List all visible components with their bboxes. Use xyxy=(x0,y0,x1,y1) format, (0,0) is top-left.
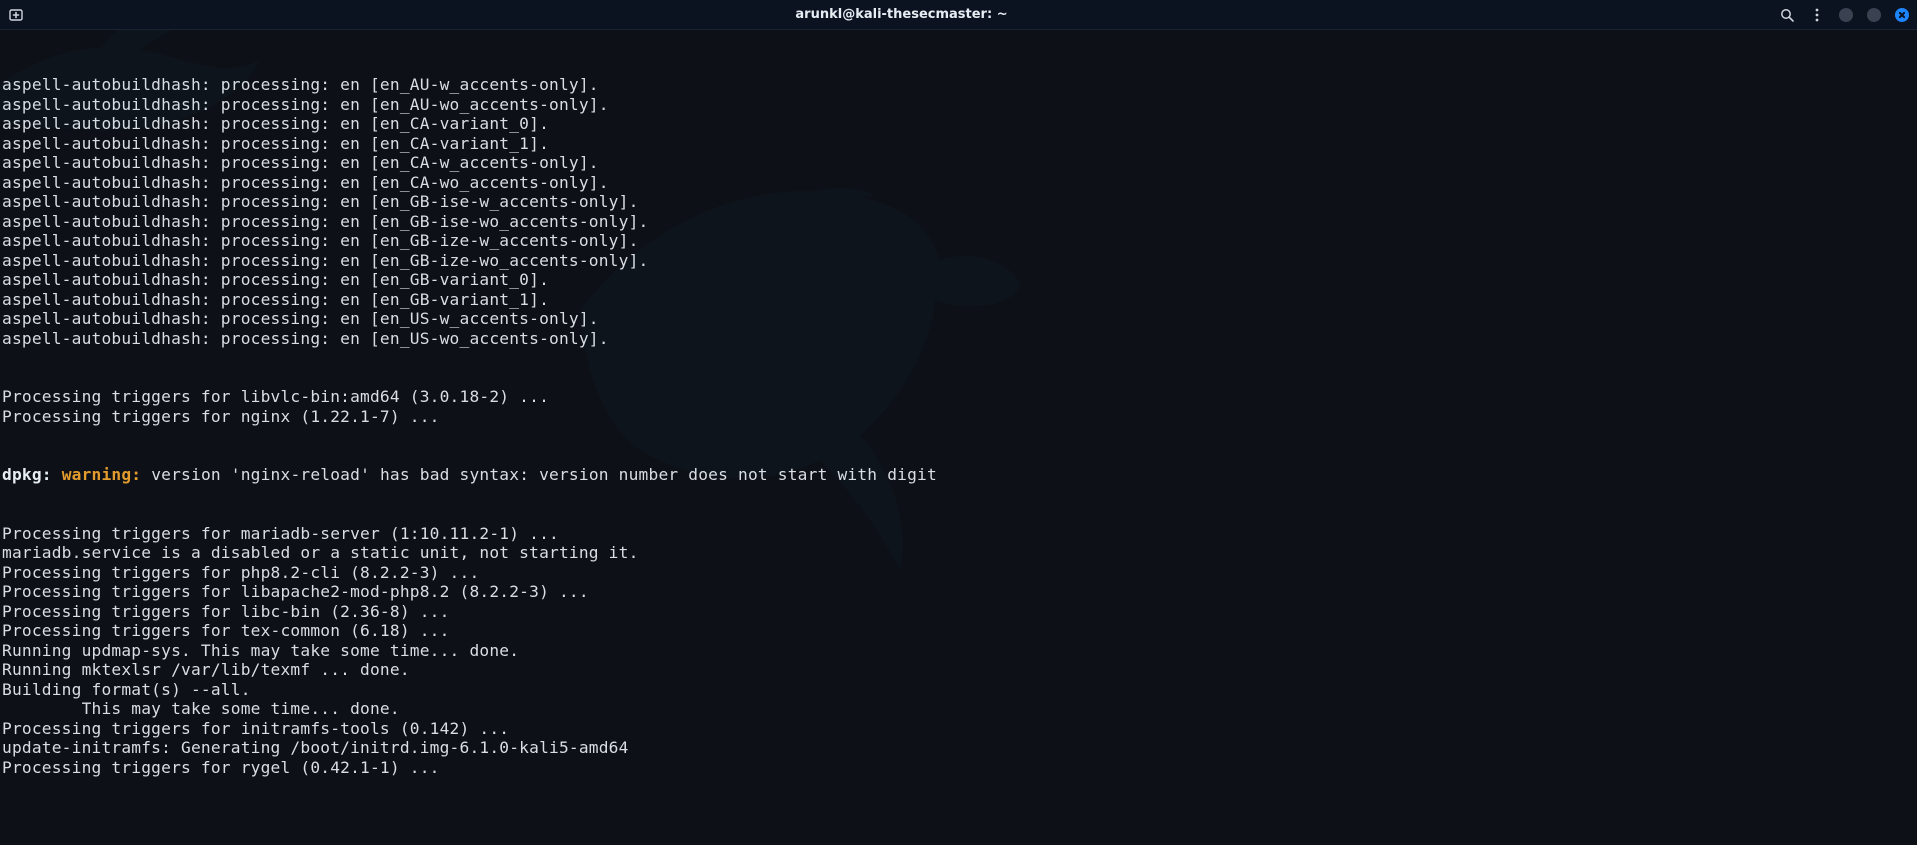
output-line: Running updmap-sys. This may take some t… xyxy=(2,641,1915,661)
output-line: aspell-autobuildhash: processing: en [en… xyxy=(2,114,1915,134)
aspell-output-block: aspell-autobuildhash: processing: en [en… xyxy=(2,75,1915,348)
output-line: aspell-autobuildhash: processing: en [en… xyxy=(2,95,1915,115)
output-line: This may take some time... done. xyxy=(2,699,1915,719)
titlebar: arunkl@kali-thesecmaster: ~ xyxy=(0,0,1917,30)
output-line: aspell-autobuildhash: processing: en [en… xyxy=(2,212,1915,232)
output-line: aspell-autobuildhash: processing: en [en… xyxy=(2,134,1915,154)
maximize-button[interactable] xyxy=(1867,8,1881,22)
output-line: mariadb.service is a disabled or a stati… xyxy=(2,543,1915,563)
close-button[interactable] xyxy=(1895,8,1909,22)
post-warning-block: Processing triggers for mariadb-server (… xyxy=(2,524,1915,778)
output-line: aspell-autobuildhash: processing: en [en… xyxy=(2,75,1915,95)
dpkg-prefix: dpkg: xyxy=(2,465,62,484)
output-line: Running mktexlsr /var/lib/texmf ... done… xyxy=(2,660,1915,680)
new-tab-icon[interactable] xyxy=(8,7,24,23)
output-line: Processing triggers for tex-common (6.18… xyxy=(2,621,1915,641)
output-line: Processing triggers for mariadb-server (… xyxy=(2,524,1915,544)
search-icon[interactable] xyxy=(1779,7,1795,23)
output-line: aspell-autobuildhash: processing: en [en… xyxy=(2,173,1915,193)
output-line: aspell-autobuildhash: processing: en [en… xyxy=(2,329,1915,349)
output-line: Processing triggers for initramfs-tools … xyxy=(2,719,1915,739)
output-line: Processing triggers for rygel (0.42.1-1)… xyxy=(2,758,1915,778)
dpkg-warning-label: warning: xyxy=(62,465,142,484)
output-line: update-initramfs: Generating /boot/initr… xyxy=(2,738,1915,758)
output-line: aspell-autobuildhash: processing: en [en… xyxy=(2,231,1915,251)
dpkg-warning-rest: version 'nginx-reload' has bad syntax: v… xyxy=(141,465,937,484)
output-line: Building format(s) --all. xyxy=(2,680,1915,700)
menu-icon[interactable] xyxy=(1809,7,1825,23)
minimize-button[interactable] xyxy=(1839,8,1853,22)
output-line: Processing triggers for libc-bin (2.36-8… xyxy=(2,602,1915,622)
output-line: aspell-autobuildhash: processing: en [en… xyxy=(2,251,1915,271)
output-line: Processing triggers for php8.2-cli (8.2.… xyxy=(2,563,1915,583)
terminal-viewport[interactable]: aspell-autobuildhash: processing: en [en… xyxy=(0,30,1917,845)
output-line: Processing triggers for nginx (1.22.1-7)… xyxy=(2,407,1915,427)
output-line: aspell-autobuildhash: processing: en [en… xyxy=(2,290,1915,310)
window-title: arunkl@kali-thesecmaster: ~ xyxy=(34,7,1769,22)
output-line: aspell-autobuildhash: processing: en [en… xyxy=(2,270,1915,290)
dpkg-warning-line: dpkg: warning: version 'nginx-reload' ha… xyxy=(2,465,1915,485)
output-line: aspell-autobuildhash: processing: en [en… xyxy=(2,153,1915,173)
output-line: Processing triggers for libapache2-mod-p… xyxy=(2,582,1915,602)
blank-line xyxy=(2,816,1915,836)
post-aspell-block: Processing triggers for libvlc-bin:amd64… xyxy=(2,387,1915,426)
output-line: Processing triggers for libvlc-bin:amd64… xyxy=(2,387,1915,407)
output-line: aspell-autobuildhash: processing: en [en… xyxy=(2,192,1915,212)
output-line: aspell-autobuildhash: processing: en [en… xyxy=(2,309,1915,329)
